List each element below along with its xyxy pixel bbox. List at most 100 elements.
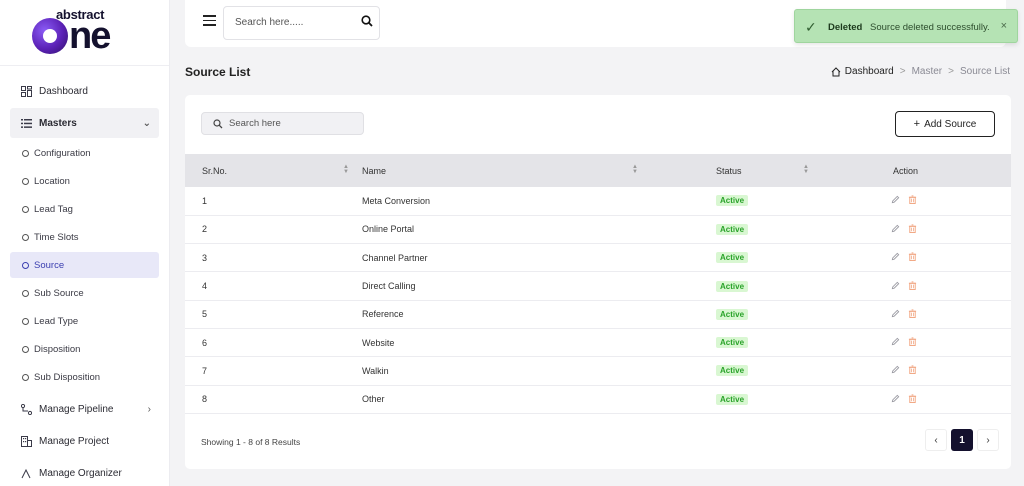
cell-sr-no: 2 — [202, 224, 208, 235]
global-search-input[interactable] — [235, 17, 355, 28]
table-row: 6 Website Active — [185, 328, 1011, 357]
toast-notification: ✓ Deleted Source deleted successfully. × — [794, 9, 1018, 43]
sidebar-subitem-time-slots[interactable]: Time Slots — [10, 224, 159, 250]
delete-icon[interactable] — [908, 195, 917, 205]
chevron-right-icon[interactable]: › — [977, 429, 999, 451]
breadcrumb-separator: > — [948, 66, 954, 77]
close-icon[interactable]: × — [1001, 20, 1007, 32]
sidebar-subitem-source[interactable]: Source — [10, 252, 159, 278]
cell-action — [866, 187, 1011, 215]
edit-icon[interactable] — [891, 309, 900, 318]
edit-icon[interactable] — [891, 281, 900, 290]
edit-icon[interactable] — [891, 224, 900, 233]
table-row: 4 Direct Calling Active — [185, 272, 1011, 301]
page-button[interactable]: 1 — [951, 429, 973, 451]
sidebar-nav: Dashboard Masters ⌄ Configuration Locati… — [0, 66, 169, 486]
cell-sr-no: 8 — [202, 394, 208, 405]
delete-icon[interactable] — [908, 224, 917, 233]
search-icon[interactable] — [361, 15, 373, 27]
status-badge: Active — [716, 223, 749, 235]
pipeline-icon — [20, 403, 32, 415]
sidebar-subitem-lead-tag[interactable]: Lead Tag — [10, 196, 159, 222]
sidebar-subitem-lead-type[interactable]: Lead Type — [10, 308, 159, 334]
circle-icon — [22, 345, 29, 353]
add-source-button[interactable]: + Add Source — [895, 111, 995, 137]
status-badge: Active — [716, 280, 749, 292]
sidebar-subitem-sub-disposition[interactable]: Sub Disposition — [10, 364, 159, 390]
sort-icon[interactable]: ▲ ▼ — [803, 164, 809, 175]
toast-title: Deleted — [828, 22, 863, 33]
sidebar-item-dashboard[interactable]: Dashboard — [10, 76, 159, 106]
sidebar-subitem-disposition[interactable]: Disposition — [10, 336, 159, 362]
circle-icon — [22, 205, 29, 213]
edit-icon[interactable] — [891, 394, 900, 403]
table-search-input[interactable] — [229, 118, 349, 129]
sidebar-item-masters[interactable]: Masters ⌄ — [10, 108, 159, 138]
delete-icon[interactable] — [908, 337, 917, 347]
circle-icon — [22, 149, 29, 157]
column-header-name[interactable]: Name ▲ ▼ — [361, 154, 716, 187]
sort-icon[interactable]: ▲ ▼ — [632, 164, 638, 175]
status-badge: Active — [716, 308, 749, 320]
breadcrumb-master[interactable]: Master — [912, 66, 943, 77]
sidebar-subitem-label: Location — [34, 175, 70, 187]
table-search[interactable] — [201, 112, 364, 135]
delete-icon[interactable] — [908, 365, 917, 375]
delete-icon[interactable] — [908, 280, 917, 290]
cell-action — [866, 244, 1011, 272]
breadcrumb-dashboard[interactable]: Dashboard — [845, 66, 894, 77]
brand-logo[interactable]: abstract ne — [0, 0, 169, 66]
sidebar-item-manage-organizer[interactable]: Manage Organizer — [10, 458, 159, 486]
sidebar-subitem-configuration[interactable]: Configuration — [10, 140, 159, 166]
circle-icon — [22, 317, 29, 325]
plus-icon: + — [913, 118, 921, 130]
delete-icon[interactable] — [908, 394, 917, 403]
status-badge: Active — [716, 252, 749, 264]
edit-icon[interactable] — [891, 337, 900, 346]
home-icon — [831, 66, 841, 76]
brand-logo-bottom: ne — [32, 15, 111, 57]
delete-icon[interactable] — [908, 252, 917, 262]
hamburger-menu-icon[interactable] — [203, 15, 216, 26]
edit-icon[interactable] — [891, 252, 900, 261]
sidebar-item-manage-pipeline[interactable]: Manage Pipeline › — [10, 394, 159, 424]
table-header-row: Sr.No. ▲ ▼ Name ▲ ▼ Status ▲ ▼ Action — [185, 154, 1011, 187]
column-header-sr-no[interactable]: Sr.No. ▲ ▼ — [185, 154, 361, 187]
table-row: 8 Other Active — [185, 385, 1011, 414]
sort-icon[interactable]: ▲ ▼ — [343, 164, 349, 175]
breadcrumb-current: Source List — [959, 66, 1010, 77]
cell-status: Active — [716, 357, 866, 385]
cell-name: Meta Conversion — [362, 195, 431, 206]
sidebar-subitem-location[interactable]: Location — [10, 168, 159, 194]
brand-logo-ne: ne — [69, 15, 111, 57]
cell-action — [866, 272, 1011, 300]
sidebar-item-label: Dashboard — [39, 85, 88, 97]
toast-message: Source deleted successfully. — [870, 22, 990, 33]
cell-sr-no: 1 — [202, 195, 208, 206]
table-row: 5 Reference Active — [185, 300, 1011, 329]
edit-icon[interactable] — [891, 195, 900, 204]
chevron-left-icon[interactable]: ‹ — [925, 429, 947, 451]
sidebar-subitem-sub-source[interactable]: Sub Source — [10, 280, 159, 306]
status-badge: Active — [716, 337, 749, 349]
sidebar-subitem-label: Sub Disposition — [34, 371, 101, 383]
sidebar-item-label: Manage Project — [39, 435, 110, 447]
sidebar: abstract ne Dashboard Masters ⌄ Configur… — [0, 0, 170, 486]
cell-status: Active — [716, 215, 866, 243]
sidebar-item-manage-project[interactable]: Manage Project — [10, 426, 159, 456]
source-table: Sr.No. ▲ ▼ Name ▲ ▼ Status ▲ ▼ Action 1 Meta Co… — [185, 154, 1011, 414]
column-header-status[interactable]: Status ▲ ▼ — [716, 154, 866, 187]
table-row: 1 Meta Conversion Active — [185, 187, 1011, 216]
cell-action — [866, 215, 1011, 243]
cell-status: Active — [716, 385, 866, 413]
table-body: 1 Meta Conversion Active 2 Online Portal Acti… — [185, 187, 1011, 414]
circle-icon — [22, 261, 29, 269]
delete-icon[interactable] — [908, 309, 917, 318]
results-summary: Showing 1 - 8 of 8 Results — [201, 437, 301, 447]
cell-action — [866, 357, 1011, 385]
grid-icon — [20, 85, 32, 97]
building-icon — [20, 435, 32, 447]
global-search[interactable] — [223, 6, 380, 40]
edit-icon[interactable] — [891, 365, 900, 374]
search-icon — [213, 119, 223, 129]
